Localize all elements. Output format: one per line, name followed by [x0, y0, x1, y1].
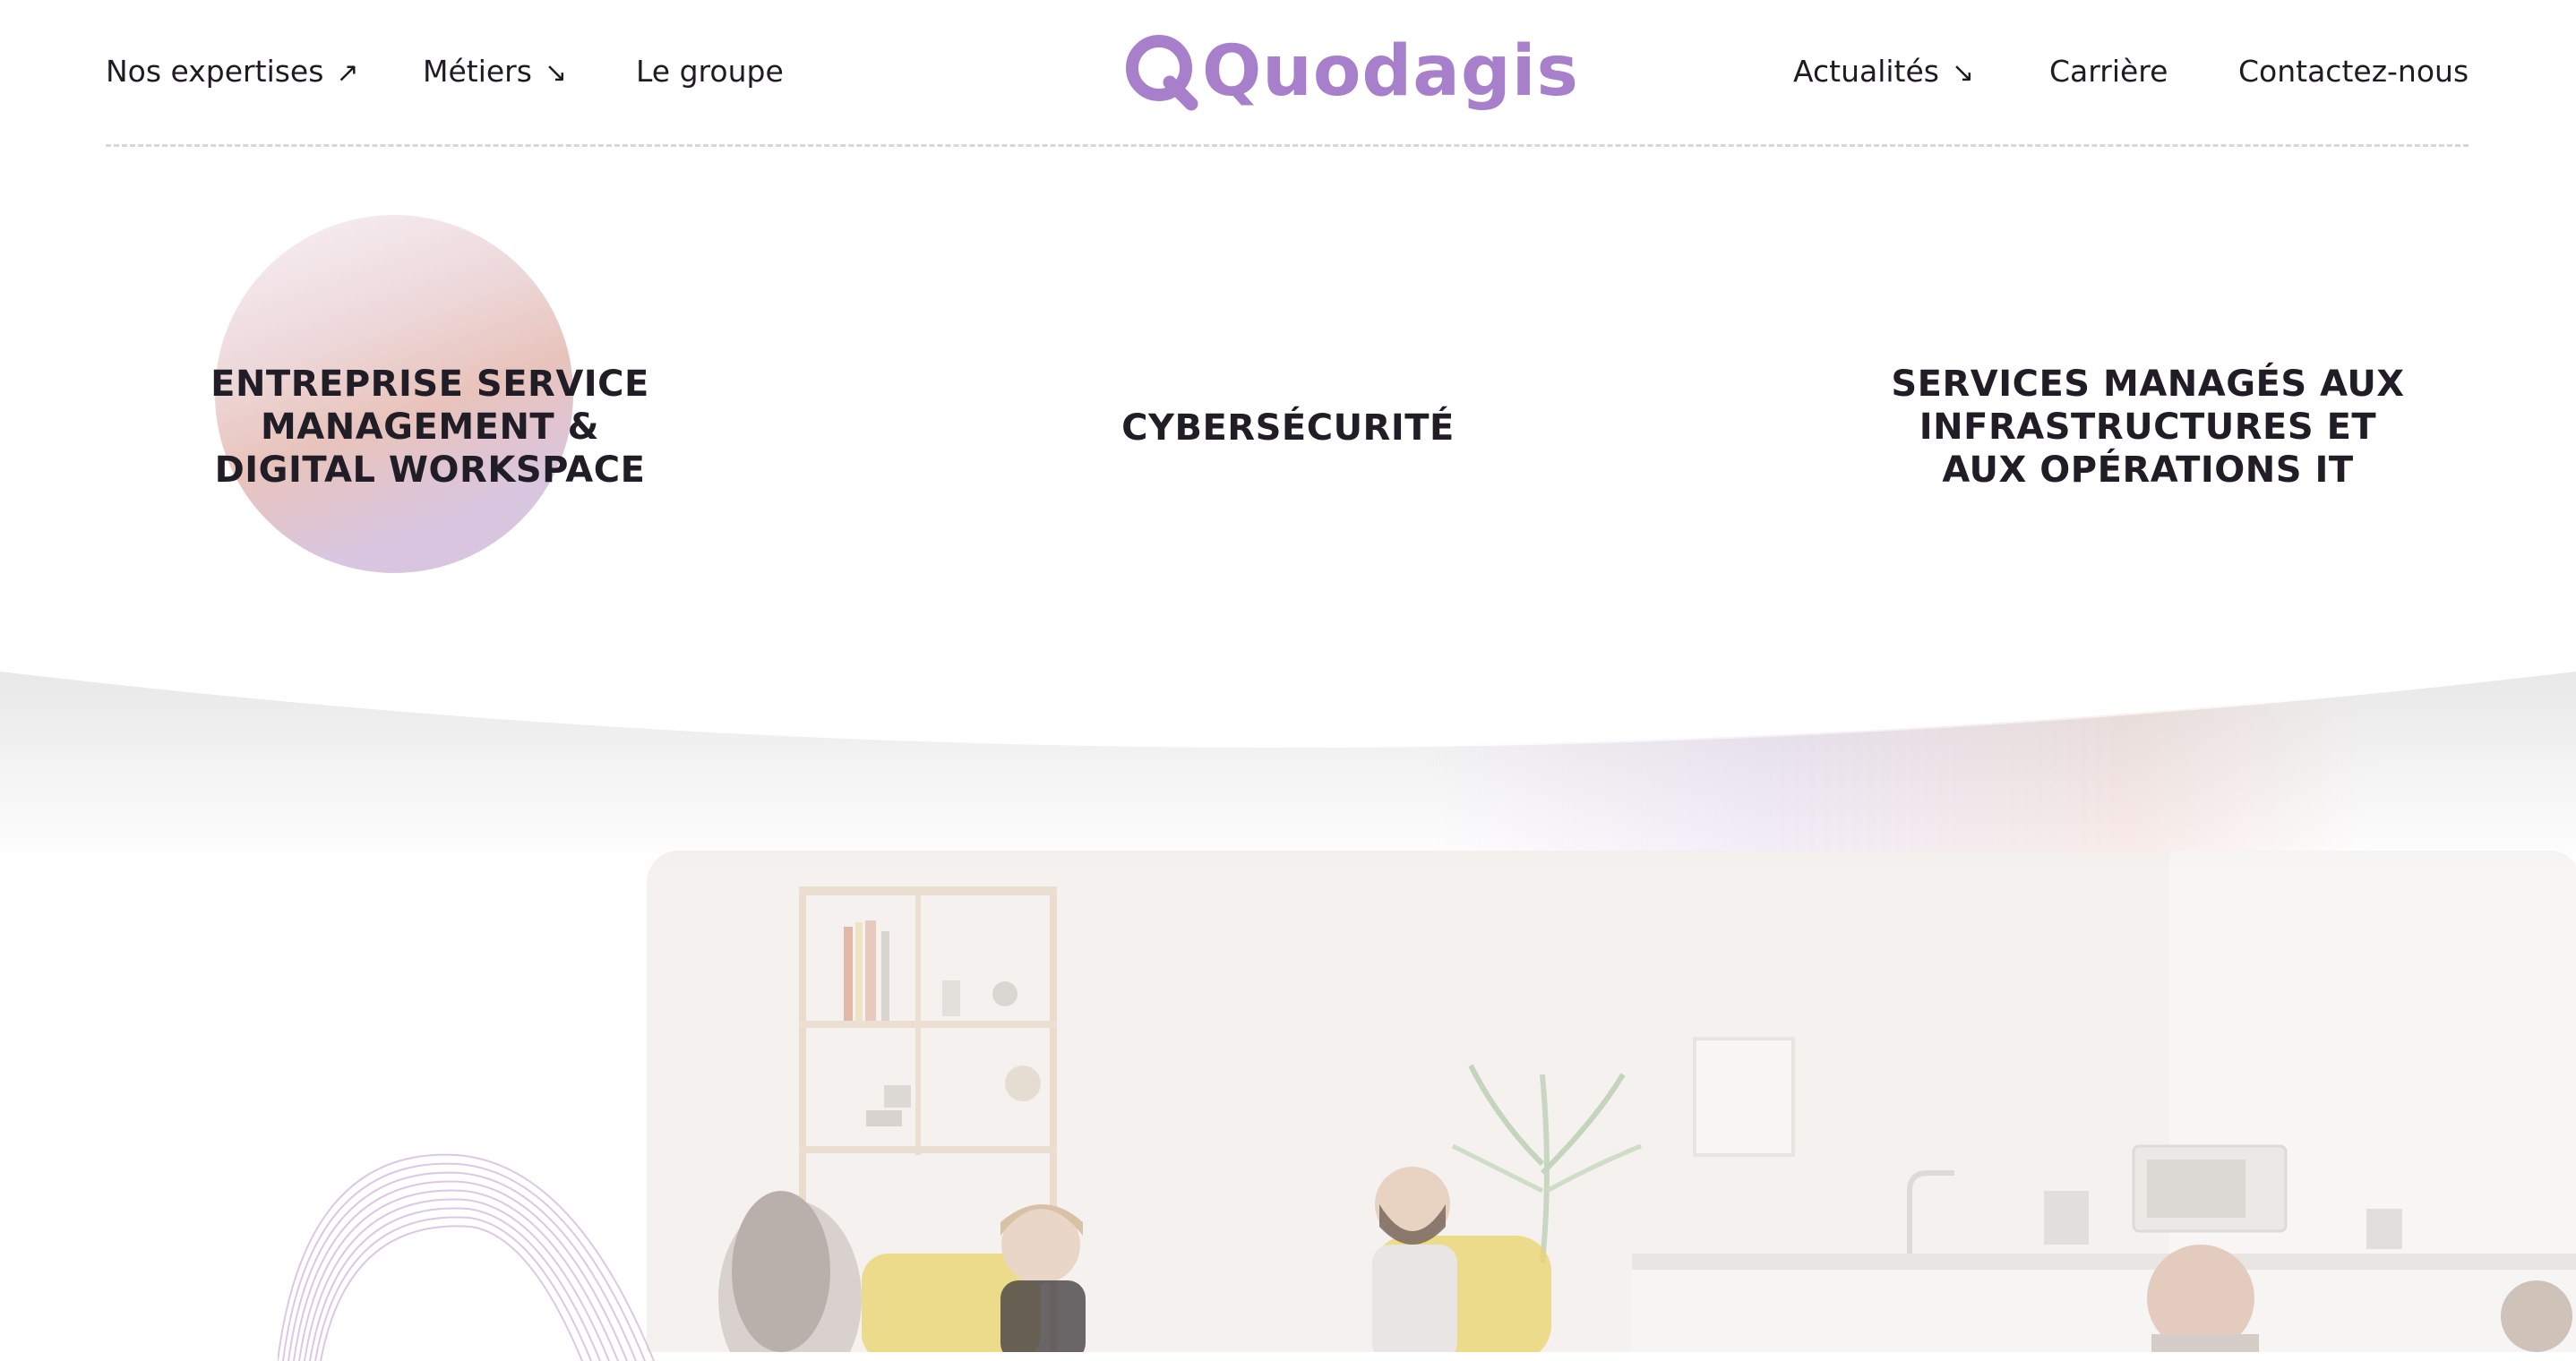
menu-item-line: CYBERSÉCURITÉ	[1121, 407, 1455, 449]
arrow-down-right-icon: ↘	[544, 57, 568, 89]
nav-contactez-nous[interactable]: Contactez-nous	[2238, 52, 2469, 91]
nav-carriere[interactable]: Carrière	[2049, 52, 2168, 91]
menu-item-line: MANAGEMENT &	[260, 407, 600, 448]
nav-actualites[interactable]: Actualités ↘	[1793, 52, 1974, 93]
nav-label: Contactez-nous	[2238, 54, 2469, 89]
photo-illustration	[647, 851, 2576, 1352]
quodagis-logo[interactable]: Quodagis	[1120, 27, 1578, 116]
nav-nos-expertises[interactable]: Nos expertises ↗	[106, 52, 359, 93]
menu-item-cybersecurite[interactable]: CYBERSÉCURITÉ	[1064, 407, 1512, 449]
menu-item-esm-digital-workspace[interactable]: ENTREPRISE SERVICE MANAGEMENT & DIGITAL …	[206, 363, 654, 492]
nav-le-groupe[interactable]: Le groupe	[636, 52, 784, 91]
menu-item-line: DIGITAL WORKSPACE	[214, 449, 646, 491]
arrow-up-right-icon: ↗	[336, 57, 359, 89]
logo-wordmark: Quodagis	[1202, 31, 1579, 112]
nav-metiers[interactable]: Métiers ↘	[423, 52, 567, 93]
menu-item-line: INFRASTRUCTURES ET	[1919, 407, 2377, 448]
team-meeting-photo	[647, 851, 2576, 1352]
menu-item-services-manages[interactable]: SERVICES MANAGÉS AUX INFRASTRUCTURES ET …	[1879, 363, 2417, 492]
site-header: Nos expertises ↗ Métiers ↘ Le groupe Quoda…	[0, 0, 2576, 147]
menu-item-line: ENTREPRISE SERVICE	[210, 364, 649, 405]
nav-label: Nos expertises	[106, 54, 324, 89]
decorative-swirl-lines	[278, 1153, 655, 1361]
logo-q-icon	[1126, 35, 1198, 111]
arrow-down-right-icon: ↘	[1952, 57, 1975, 89]
nav-label: Métiers	[423, 54, 532, 89]
menu-item-line: SERVICES MANAGÉS AUX	[1891, 364, 2405, 405]
nav-label: Carrière	[2049, 54, 2168, 89]
expertises-mega-menu: ENTREPRISE SERVICE MANAGEMENT & DIGITAL …	[0, 147, 2576, 684]
header-divider	[106, 144, 2469, 147]
nav-label: Actualités	[1793, 54, 1939, 89]
nav-label: Le groupe	[636, 54, 784, 89]
menu-item-line: AUX OPÉRATIONS IT	[1942, 449, 2354, 491]
